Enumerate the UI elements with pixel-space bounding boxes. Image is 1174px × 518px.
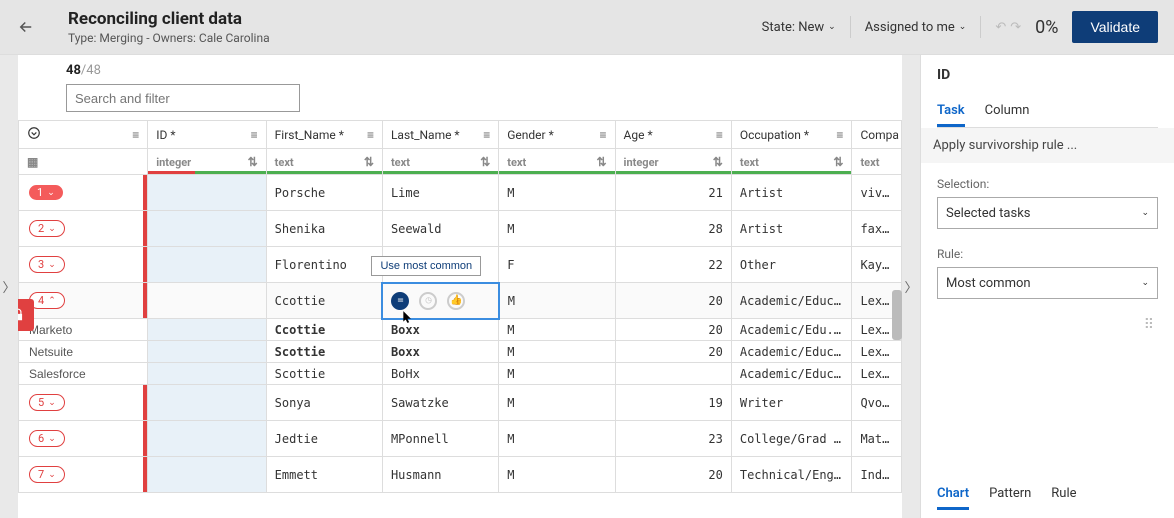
header-title-block: Reconciling client data Type: Merging - … bbox=[68, 9, 270, 45]
page-title: Reconciling client data bbox=[68, 9, 270, 29]
search-input[interactable] bbox=[66, 84, 300, 112]
tab-task[interactable]: Task bbox=[937, 97, 965, 127]
row-badge[interactable]: 5 ⌄ bbox=[29, 394, 65, 411]
selection-dropdown[interactable]: Selected tasks⌄ bbox=[937, 197, 1158, 229]
col-menu-icon[interactable]: ≡ bbox=[251, 128, 258, 142]
rule-label: Rule: bbox=[937, 247, 1158, 261]
progress-percent: 0% bbox=[1035, 17, 1058, 38]
thumbs-icon[interactable]: 👍 bbox=[447, 292, 465, 310]
content-area: 48/48 ≡ ID *≡ First_Name *≡ Last_Name *≡… bbox=[18, 55, 902, 518]
validate-button[interactable]: Validate bbox=[1072, 11, 1158, 43]
selection-label: Selection: bbox=[937, 177, 1158, 191]
table-row[interactable]: 7 ⌄ EmmettHusmannM 20Technical/Eng...Ind… bbox=[19, 457, 902, 493]
col-header-gender[interactable]: Gender * bbox=[507, 128, 554, 142]
sort-icon[interactable]: ⇅ bbox=[596, 155, 614, 169]
row-badge[interactable]: 3 ⌄ bbox=[29, 256, 65, 273]
expand-right-icon[interactable]: 〉 bbox=[904, 277, 917, 296]
side-panel-title: ID bbox=[937, 67, 1158, 83]
col-menu-icon[interactable]: ≡ bbox=[367, 128, 374, 142]
sort-icon[interactable]: ⇅ bbox=[833, 155, 851, 169]
table-row[interactable]: 2 ⌄ ShenikaSeewaldM 28Artistfaxfa bbox=[19, 211, 902, 247]
source-row[interactable]: Marketo CcottieBoxx M20Academic/Edu...Le… bbox=[19, 319, 902, 341]
table-row[interactable]: 6 ⌄ JedtieMPonnellM 23College/Grad ...Ma… bbox=[19, 421, 902, 457]
col-menu-icon[interactable]: ≡ bbox=[132, 128, 139, 142]
scrollbar[interactable] bbox=[892, 290, 902, 340]
most-recent-icon[interactable]: ◷ bbox=[419, 292, 437, 310]
source-row[interactable]: Netsuite ScottieBoxx M20Academic/Educ...… bbox=[19, 341, 902, 363]
tab-pattern[interactable]: Pattern bbox=[989, 480, 1031, 510]
table-row[interactable]: 1 ⌄ PorscheLimeM 21Artistvivap bbox=[19, 175, 902, 211]
back-arrow-icon[interactable] bbox=[12, 13, 40, 41]
tab-rule[interactable]: Rule bbox=[1051, 480, 1076, 510]
col-menu-icon[interactable]: ≡ bbox=[483, 128, 490, 142]
drag-handle-icon[interactable]: ⠿ bbox=[937, 317, 1158, 333]
row-badge[interactable]: 6 ⌄ bbox=[29, 430, 65, 447]
table-row-expanded[interactable]: 4 ⌃ Ccottie Use most common = ◷ 👍 M20Aca… bbox=[19, 283, 902, 319]
col-menu-icon[interactable]: ≡ bbox=[836, 128, 843, 142]
col-header-fname[interactable]: First_Name * bbox=[275, 128, 344, 142]
col-header-lname[interactable]: Last_Name * bbox=[391, 128, 460, 142]
sort-icon[interactable]: ⇅ bbox=[480, 155, 498, 169]
lock-icon[interactable] bbox=[18, 299, 34, 331]
source-row[interactable]: Salesforce ScottieBoHx MAcademic/Educ...… bbox=[19, 363, 902, 385]
undo-icon[interactable]: ↶ bbox=[995, 20, 1006, 35]
sort-icon[interactable]: ⇅ bbox=[248, 155, 266, 169]
col-menu-icon[interactable]: ≡ bbox=[716, 128, 723, 142]
assigned-dropdown[interactable]: Assigned to me⌄ bbox=[865, 20, 967, 35]
right-rail: 〉 bbox=[902, 55, 920, 518]
tab-chart[interactable]: Chart bbox=[937, 480, 969, 510]
page-subtitle: Type: Merging - Owners: Cale Carolina bbox=[68, 31, 270, 45]
header-bar: Reconciling client data Type: Merging - … bbox=[0, 0, 1174, 55]
col-header-comp[interactable]: Compa bbox=[860, 128, 898, 142]
left-rail: 〉 bbox=[0, 55, 18, 518]
row-count: 48/48 bbox=[18, 55, 902, 78]
grid-icon[interactable]: ▦ bbox=[19, 155, 147, 169]
expand-left-icon[interactable]: 〉 bbox=[2, 277, 15, 296]
tooltip: Use most common bbox=[371, 256, 481, 276]
redo-icon[interactable]: ↷ bbox=[1010, 20, 1021, 35]
row-badge[interactable]: 7 ⌄ bbox=[29, 466, 65, 483]
rule-hint: Apply survivorship rule ... bbox=[921, 128, 1174, 163]
sort-icon[interactable]: ⇅ bbox=[364, 155, 382, 169]
data-table: ≡ ID * ≡ First_Name * ≡ Last_Name * ≡ Gende… bbox=[18, 120, 902, 493]
col-menu-icon[interactable]: ≡ bbox=[600, 128, 607, 142]
most-common-icon[interactable]: = bbox=[391, 292, 409, 310]
row-badge[interactable]: 2 ⌄ bbox=[29, 220, 65, 237]
table-row[interactable]: 5 ⌄ SonyaSawatzkeM 19WriterQvome bbox=[19, 385, 902, 421]
tab-column[interactable]: Column bbox=[985, 97, 1030, 127]
col-header-occ[interactable]: Occupation * bbox=[740, 128, 809, 142]
col-header-id[interactable]: ID * bbox=[156, 128, 175, 142]
header-controls: State: New⌄ Assigned to me⌄ ↶ ↷ 0% Valid… bbox=[762, 11, 1158, 43]
row-badge[interactable]: 1 ⌄ bbox=[29, 185, 63, 200]
state-dropdown[interactable]: State: New⌄ bbox=[762, 20, 836, 35]
expand-all-icon[interactable] bbox=[27, 126, 41, 143]
side-panel: ID Task Column Apply survivorship rule .… bbox=[920, 55, 1174, 518]
sort-icon[interactable]: ⇅ bbox=[713, 155, 731, 169]
rule-dropdown[interactable]: Most common⌄ bbox=[937, 267, 1158, 299]
row-badge[interactable]: 4 ⌃ bbox=[29, 292, 65, 309]
col-header-age[interactable]: Age * bbox=[624, 128, 653, 142]
